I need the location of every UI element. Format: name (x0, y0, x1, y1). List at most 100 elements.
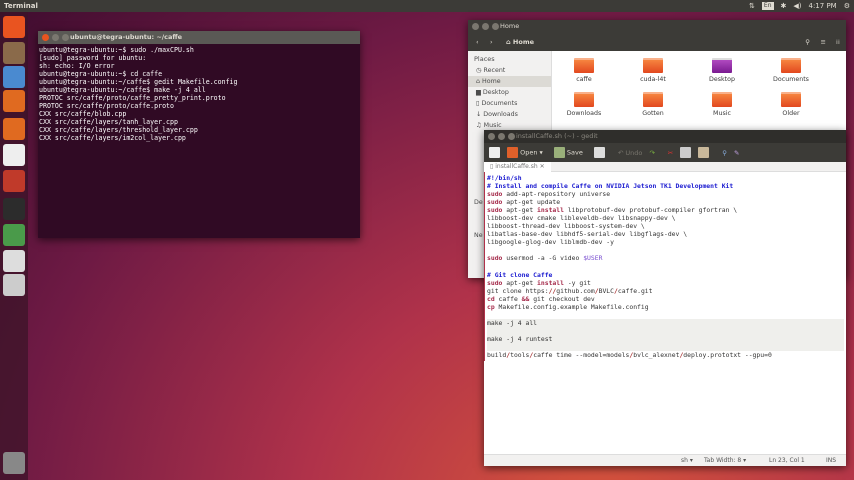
new-document-icon[interactable] (489, 147, 500, 158)
maximize-button[interactable] (492, 23, 499, 30)
network-icon[interactable]: ⇅ (749, 0, 755, 12)
text-editor-icon[interactable] (3, 250, 25, 272)
folder-icon (643, 92, 663, 107)
file-item[interactable]: Music (687, 92, 757, 117)
text-editor[interactable]: #!/bin/sh # Install and compile Caffe on … (484, 172, 846, 362)
close-button[interactable] (42, 34, 49, 41)
grid-view-icon[interactable]: ⁞⁞ (836, 33, 840, 51)
minimize-button[interactable] (52, 34, 59, 41)
sidebar-item-documents[interactable]: ▯ Documents (468, 98, 551, 109)
file-item[interactable]: Downloads (549, 92, 619, 117)
code-token: usermod -a -G video (502, 254, 584, 263)
minimize-button[interactable] (482, 23, 489, 30)
print-icon[interactable] (593, 147, 605, 158)
files-icon[interactable] (3, 42, 25, 64)
sidebar-item-label: Downloads (483, 111, 518, 118)
sidebar-item-home[interactable]: ⌂ Home (468, 76, 551, 87)
minimize-button[interactable] (498, 133, 505, 140)
paste-icon[interactable] (698, 147, 710, 158)
clock[interactable]: 4:17 PM (809, 0, 837, 12)
code-line: sudo usermod -a -G video $USER (487, 254, 844, 262)
back-button[interactable]: ‹ (476, 33, 479, 51)
sidebar-item-downloads[interactable]: ↓ Downloads (468, 109, 551, 120)
cursor-position: Ln 23, Col 1 (769, 457, 805, 464)
undo-button[interactable]: ↶ Undo (618, 149, 643, 157)
file-name: Gotten (642, 110, 664, 117)
tab-width-selector[interactable]: Tab Width: 8 ▾ (704, 455, 746, 467)
list-view-icon[interactable]: ≡ (821, 33, 826, 51)
active-app-title: Terminal (4, 2, 38, 10)
files-titlebar[interactable]: Home (468, 20, 846, 33)
drive-icon[interactable] (3, 274, 25, 296)
breadcrumb-home[interactable]: ⌂ Home (506, 33, 534, 51)
code-line: cd caffe && git checkout dev (487, 295, 844, 303)
code-token: -y git (563, 278, 591, 287)
desktop-icon: ▆ (476, 89, 481, 96)
sidebar-item-recent[interactable]: ◷ Recent (468, 65, 551, 76)
firefox-icon[interactable] (3, 90, 25, 112)
code-token: BVLC (598, 286, 614, 295)
open-icon (507, 147, 518, 158)
open-button[interactable]: Open ▾ (507, 147, 543, 158)
save-button[interactable]: Save (553, 147, 583, 158)
close-button[interactable] (488, 133, 495, 140)
redo-icon[interactable]: ↷ (649, 149, 654, 157)
status-bar: sh ▾ Tab Width: 8 ▾ Ln 23, Col 1 INS (484, 454, 846, 466)
downloads-icon: ↓ (476, 111, 482, 118)
file-item[interactable]: Gotten (618, 92, 688, 117)
close-tab-icon[interactable]: ✕ (540, 163, 545, 170)
forward-button[interactable]: › (490, 33, 493, 51)
tab-installcaffe[interactable]: ▯ installCaffe.sh ✕ (484, 162, 551, 172)
window-title: ubuntu@tegra-ubuntu: ~/caffe (70, 33, 183, 41)
code-token: libboost-thread-dev libboost-system-dev … (487, 222, 645, 231)
code-token: caffe time --model=models (533, 351, 630, 360)
terminal-window[interactable]: ubuntu@tegra-ubuntu: ~/caffe ubuntu@tegr… (38, 31, 360, 238)
code-token: git clone https: (487, 286, 549, 295)
code-token: libgoogle-glog-dev liblmdb-dev -y (487, 238, 614, 247)
keyboard-layout-indicator[interactable]: En (761, 2, 774, 10)
gedit-toolbar: Open ▾ Save ↶ Undo ↷ ✂ ⚲ ✎ (484, 143, 846, 162)
cut-icon[interactable]: ✂ (668, 149, 673, 157)
gedit-titlebar[interactable]: installCaffe.sh (~) - gedit (484, 130, 846, 143)
software-updater-icon[interactable] (3, 224, 25, 246)
file-item[interactable]: cuda-l4t (618, 58, 688, 83)
code-token: make -j 4 runtest (487, 334, 553, 343)
software-center-icon[interactable] (3, 118, 25, 140)
ubuntu-dash-icon[interactable] (3, 16, 25, 38)
folder-icon (712, 92, 732, 107)
chromium-icon[interactable] (3, 66, 25, 88)
terminal-icon[interactable] (3, 198, 25, 220)
language-selector[interactable]: sh ▾ (681, 455, 693, 467)
sidebar-item-desktop[interactable]: ▆ Desktop (468, 87, 551, 98)
code-line: make -j 4 all (487, 318, 844, 327)
copy-icon[interactable] (680, 147, 692, 158)
maximize-button[interactable] (62, 34, 69, 41)
code-line: sudo apt-get install -y git (487, 279, 844, 287)
file-item[interactable]: Older (756, 92, 826, 117)
replace-icon[interactable]: ✎ (734, 149, 739, 157)
search-icon[interactable]: ⚲ (805, 33, 810, 51)
sidebar-item-label: Home (482, 78, 501, 85)
terminal-titlebar[interactable]: ubuntu@tegra-ubuntu: ~/caffe (38, 31, 360, 44)
trash-icon[interactable] (3, 452, 25, 474)
gear-icon[interactable]: ⚙ (844, 0, 850, 12)
bluetooth-icon[interactable]: ✱ (781, 0, 787, 12)
close-button[interactable] (472, 23, 479, 30)
code-token: github.com (556, 286, 595, 295)
file-item[interactable]: Desktop (687, 58, 757, 83)
insert-mode: INS (826, 457, 837, 464)
code-token: sudo (487, 254, 503, 263)
file-item[interactable]: caffe (549, 58, 619, 83)
terminal-output[interactable]: ubuntu@tegra-ubuntu:~$ sudo ./maxCPU.sh … (38, 44, 360, 144)
find-icon[interactable]: ⚲ (722, 149, 727, 157)
file-item[interactable]: Documents (756, 58, 826, 83)
code-token: install (537, 206, 564, 215)
home-icon: ⌂ (476, 78, 480, 85)
settings-icon[interactable] (3, 170, 25, 192)
maximize-button[interactable] (508, 133, 515, 140)
code-token: tools (510, 351, 530, 360)
code-token: cp (487, 302, 495, 311)
volume-icon[interactable]: ◀) (793, 0, 801, 12)
amazon-icon[interactable] (3, 144, 25, 166)
code-token: caffe.git (617, 286, 653, 295)
